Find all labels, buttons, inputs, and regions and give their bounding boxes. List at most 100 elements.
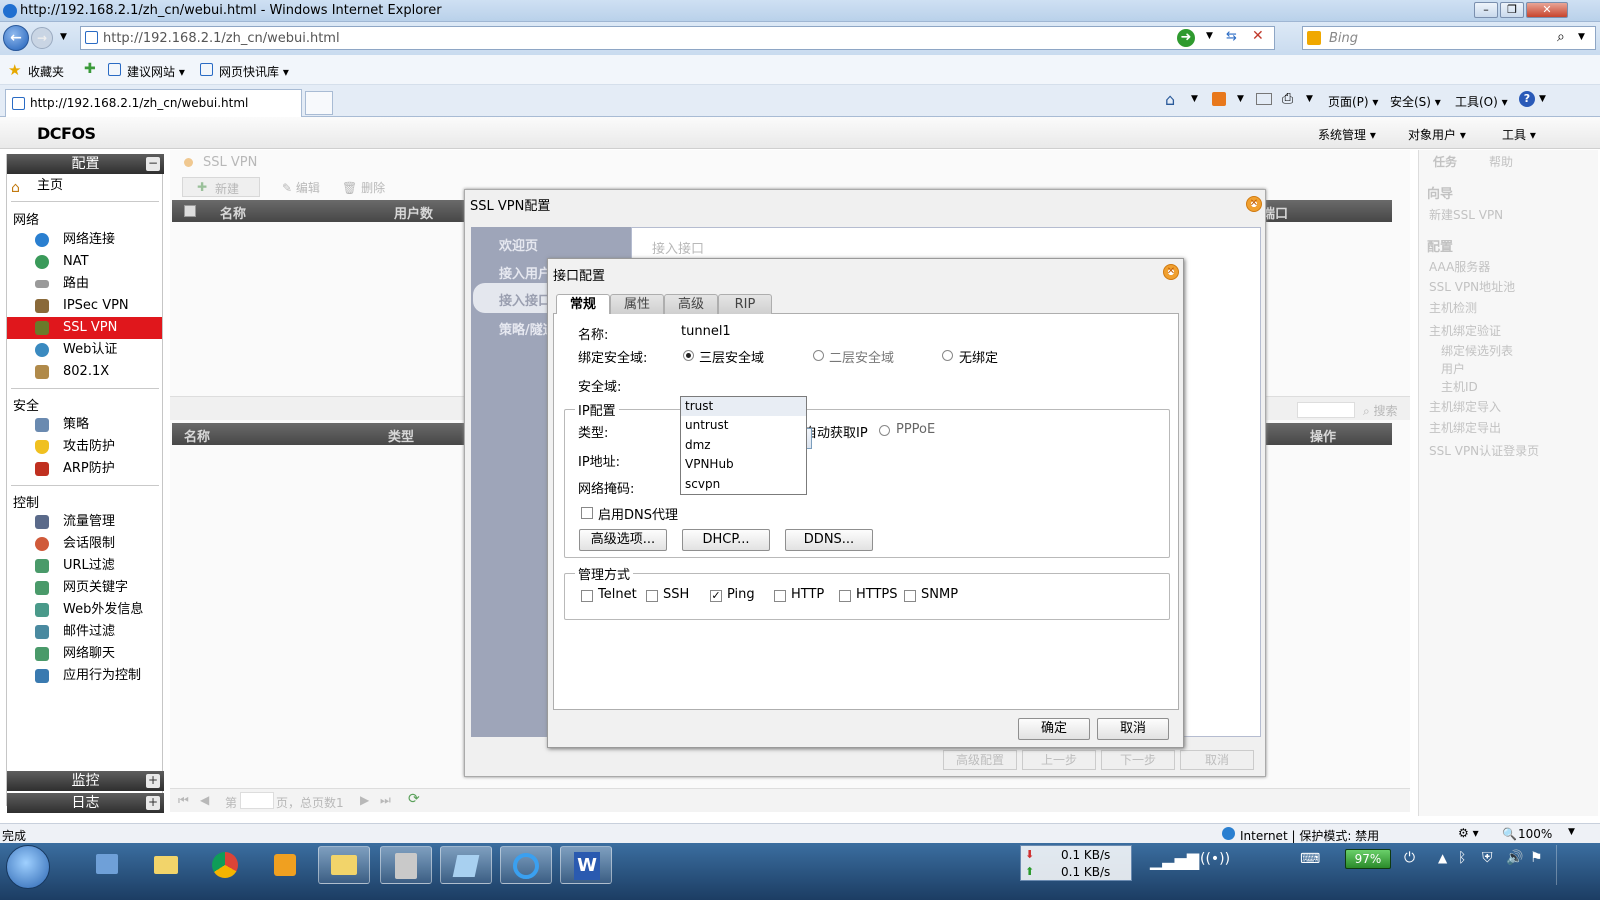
expand-icon[interactable]: + [146,774,160,788]
radio-layer2[interactable] [813,350,824,361]
taskbar-ie[interactable] [500,846,552,884]
radio-pppoe[interactable] [879,425,890,436]
feeds-icon[interactable] [1212,92,1226,106]
config-panel-header[interactable]: 配置 − [7,154,164,174]
forward-button[interactable]: → [31,27,53,49]
edit-button[interactable]: ✎ 编辑 [282,179,320,196]
ping-checkbox[interactable]: ✓ [710,590,722,602]
taskbar-calculator[interactable] [380,846,432,884]
ddns-button[interactable]: DDNS... [785,529,873,551]
nav-ipsec-vpn[interactable]: IPSec VPN [7,295,162,317]
select-all-checkbox[interactable] [184,205,196,217]
wireless-icon[interactable]: ((•)) [1200,851,1230,867]
tab-help[interactable]: 帮助 [1489,153,1513,170]
tab-general[interactable]: 常规 [556,294,610,315]
step-interface[interactable]: 接入接口 [499,290,551,309]
expand-icon[interactable]: + [146,796,160,810]
web-slice-gallery-link[interactable]: 网页快讯库 ▾ [219,63,289,80]
tools-menu[interactable]: 工具(O) ▾ [1455,93,1508,110]
nav-web-outbound[interactable]: Web外发信息 [7,599,162,621]
snmp-checkbox[interactable] [904,590,916,602]
browser-tab[interactable]: http://192.168.2.1/zh_cn/webui.html [5,89,302,117]
link-host-check[interactable]: 主机检测 [1429,299,1477,316]
step-welcome[interactable]: 欢迎页 [499,235,538,254]
flag-icon[interactable]: ⚑ [1530,850,1543,866]
tab-advanced[interactable]: 高级 [664,294,718,314]
page-menu[interactable]: 页面(P) ▾ [1328,93,1378,110]
link-host-id[interactable]: 主机ID [1441,378,1478,395]
search-dropdown-icon[interactable]: ▼ [1578,32,1585,42]
zoom-icon[interactable]: 🔍 [1502,827,1517,841]
tools-app-menu[interactable]: 工具 ▾ [1502,126,1536,143]
battery-indicator[interactable]: 97% [1345,849,1391,869]
next-page-icon[interactable]: ▶ [360,793,369,807]
taskbar-notepad[interactable] [440,846,492,884]
nav-web-auth[interactable]: Web认证 [7,339,162,361]
tab-tasks[interactable]: 任务 [1433,153,1457,170]
ok-button[interactable]: 确定 [1018,718,1090,740]
taskbar-chrome[interactable] [200,846,252,884]
nav-app-control[interactable]: 应用行为控制 [7,665,162,687]
objects-users-menu[interactable]: 对象用户 ▾ [1408,126,1466,143]
back-button[interactable]: ← [3,25,29,51]
radio-layer3[interactable] [683,350,694,361]
nav-policy[interactable]: 策略 [7,414,162,436]
history-dropdown-icon[interactable]: ▼ [60,32,67,42]
add-favorite-icon[interactable]: ✚ [84,61,96,77]
search-icon[interactable]: ⌕ [1557,29,1565,45]
link-ssl-pool[interactable]: SSL VPN地址池 [1429,278,1515,295]
tab-properties[interactable]: 属性 [610,294,664,314]
taskbar-explorer-folder[interactable] [140,846,192,884]
ssl-cancel-button[interactable]: 取消 [1180,750,1254,770]
taskbar-outlook[interactable] [260,846,312,884]
https-checkbox[interactable] [839,590,851,602]
last-page-icon[interactable]: ⏭ [380,793,391,808]
nav-url-filter[interactable]: URL过滤 [7,555,162,577]
zone-option-untrust[interactable]: untrust [681,416,806,435]
zone-option-scvpn[interactable]: scvpn [681,475,806,494]
show-hidden-icons[interactable]: ▲ [1438,851,1447,865]
prev-page-icon[interactable]: ◀ [200,793,209,807]
security-shield-icon[interactable]: ⛨ [1482,850,1493,866]
radio-no-binding[interactable] [942,350,953,361]
nav-attack-defense[interactable]: 攻击防护 [7,436,162,458]
link-new-ssl-vpn[interactable]: 新建SSL VPN [1429,206,1503,223]
nav-traffic-mgmt[interactable]: 流量管理 [7,511,162,533]
search-button[interactable]: ⌕ 搜索 [1363,402,1398,419]
collapse-icon[interactable]: − [146,157,160,171]
taskbar-word[interactable]: W [560,846,612,884]
restore-button[interactable]: ❐ [1500,2,1524,18]
cancel-button[interactable]: 取消 [1097,718,1169,740]
telnet-checkbox[interactable] [581,590,593,602]
nav-mail-filter[interactable]: 邮件过滤 [7,621,162,643]
signal-icon[interactable]: ▁▃▅▇ [1150,851,1199,870]
zone-option-dmz[interactable]: dmz [681,436,806,455]
link-binding-user[interactable]: 用户 [1441,360,1465,377]
dhcp-button[interactable]: DHCP... [682,529,770,551]
help-icon[interactable]: ? [1519,91,1535,107]
link-binding-candidates[interactable]: 绑定候选列表 [1441,342,1513,359]
new-tab-button[interactable] [305,91,333,115]
zoom-dropdown-icon[interactable]: ▼ [1568,827,1575,837]
next-step-button[interactable]: 下一步 [1101,750,1175,770]
search-box[interactable]: Bing ⌕ ▼ [1302,26,1596,50]
advanced-config-button[interactable]: 高级配置 [943,750,1017,770]
http-checkbox[interactable] [774,590,786,602]
home-icon[interactable]: ⌂ [1165,90,1175,109]
link-binding-import[interactable]: 主机绑定导入 [1429,398,1501,415]
tab-rip[interactable]: RIP [718,294,772,314]
feeds-dropdown-icon[interactable]: ▼ [1237,94,1244,104]
monitor-panel-header[interactable]: 监控 + [7,771,164,791]
delete-button[interactable]: 🗑 删除 [342,179,385,196]
start-button[interactable] [6,845,50,889]
home-dropdown-icon[interactable]: ▼ [1191,94,1198,104]
new-button[interactable]: ✚ 新建 [182,177,260,197]
show-desktop-button[interactable] [1556,845,1596,885]
advanced-options-button[interactable]: 高级选项... [579,529,667,551]
step-users[interactable]: 接入用户 [499,263,551,282]
nav-network-connection[interactable]: 网络连接 [7,229,162,251]
volume-icon[interactable]: 🔊 [1506,850,1523,866]
help-dropdown-icon[interactable]: ▼ [1539,94,1546,104]
nav-8021x[interactable]: 802.1X [7,361,162,383]
link-login-page[interactable]: SSL VPN认证登录页 [1429,442,1539,459]
